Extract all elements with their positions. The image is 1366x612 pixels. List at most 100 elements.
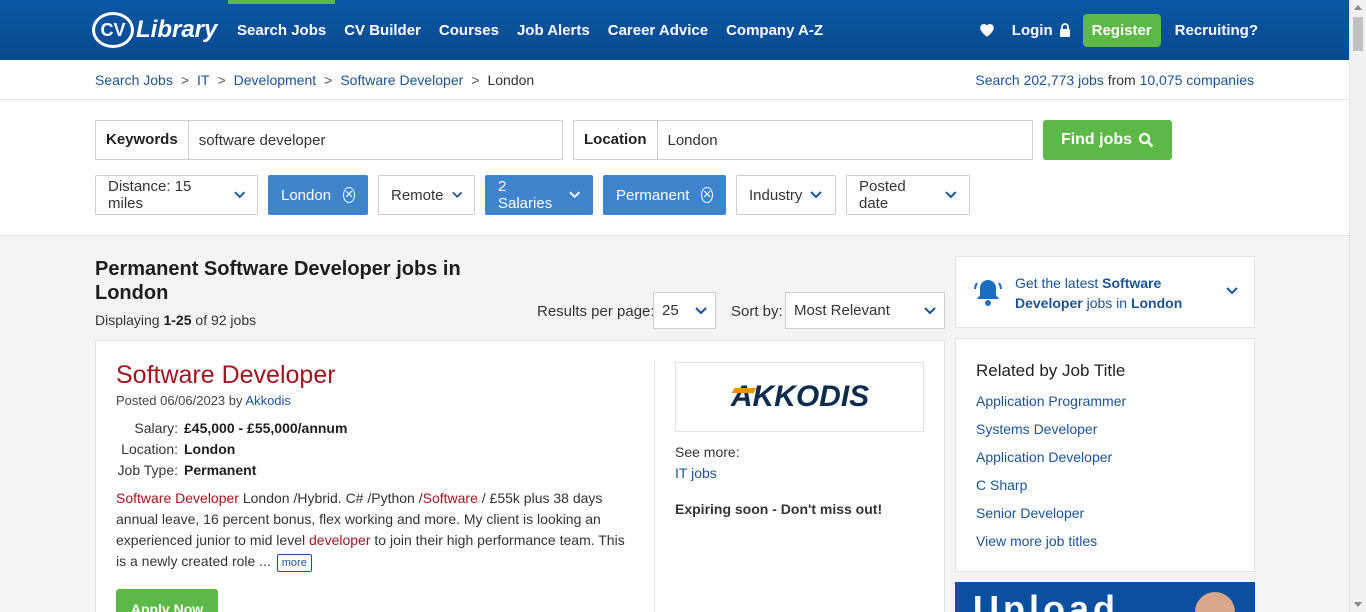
distance-filter[interactable]: Distance: 15 miles [95, 175, 258, 215]
keywords-input[interactable] [188, 121, 562, 159]
job-type-filter-chip[interactable]: Permanent ✕ [603, 175, 726, 215]
posted-date-filter[interactable]: Posted date [846, 175, 970, 215]
list-item: View more job titles [976, 531, 1126, 559]
nav-job-alerts[interactable]: Job Alerts [508, 0, 599, 60]
company-logo[interactable]: AKKODIS [675, 362, 924, 432]
sort-value: Most Relevant [794, 302, 890, 319]
login-link[interactable]: Login [1012, 22, 1071, 39]
job-title-link[interactable]: Software Developer [116, 361, 336, 390]
lock-icon [1059, 23, 1070, 37]
location-label: Location: [121, 440, 178, 457]
keywords-label: Keywords [96, 121, 189, 159]
chevron-down-icon [945, 191, 957, 199]
location-filter-chip[interactable]: London ✕ [268, 175, 368, 215]
stats-companies-count[interactable]: 10,075 companies [1140, 72, 1254, 88]
find-jobs-label: Find jobs [1060, 131, 1133, 148]
alert-strong-location: London [1130, 295, 1183, 311]
more-button[interactable]: more [276, 554, 312, 572]
chevron-down-icon [924, 306, 936, 314]
breadcrumb-search-jobs[interactable]: Search Jobs [95, 72, 173, 88]
akkodis-logo-image: AKKODIS [729, 382, 868, 412]
alert-middle: jobs in [1086, 295, 1128, 311]
banner-person-image [1195, 592, 1235, 612]
location-field: Location [573, 120, 1033, 160]
find-jobs-button[interactable]: Find jobs [1043, 120, 1172, 160]
stats-prefix[interactable]: Search [975, 72, 1019, 88]
job-alert-box[interactable]: Get the latest Software Developer jobs i… [955, 256, 1255, 328]
page-scrollbar[interactable] [1349, 0, 1366, 612]
login-label: Login [1011, 21, 1053, 39]
location-input[interactable] [657, 121, 1032, 159]
related-link[interactable]: Senior Developer [976, 505, 1084, 521]
location-filter-label: London [281, 186, 332, 204]
view-more-job-titles-link[interactable]: View more job titles [976, 533, 1097, 549]
scroll-thumb[interactable] [1353, 17, 1363, 51]
heart-icon[interactable] [978, 21, 996, 39]
job-posted-info: Posted 06/06/2023 by Akkodis [116, 393, 291, 408]
related-link[interactable]: Systems Developer [976, 421, 1097, 437]
breadcrumb-bar: Search Jobs > IT > Development > Softwar… [0, 60, 1366, 100]
salary-value: £45,000 - £55,000/annum [184, 419, 348, 436]
related-link[interactable]: C Sharp [976, 477, 1027, 493]
bell-icon [974, 280, 1002, 306]
chevron-down-icon [1226, 287, 1238, 295]
breadcrumb-separator: > [217, 72, 226, 88]
sort-select[interactable]: Most Relevant [785, 292, 945, 329]
logo-mark: CV [92, 12, 134, 48]
location-row: Location: London [116, 438, 347, 459]
job-type-label: Job Type: [117, 461, 178, 478]
breadcrumb-separator: > [324, 72, 333, 88]
breadcrumb-development[interactable]: Development [234, 72, 317, 88]
related-link[interactable]: Application Developer [976, 449, 1112, 465]
company-link[interactable]: Akkodis [245, 393, 291, 408]
breadcrumb-current: London [487, 72, 535, 88]
chevron-down-icon [233, 191, 245, 199]
chevron-down-icon [695, 306, 707, 314]
job-type-value: Permanent [184, 461, 257, 478]
register-button[interactable]: Register [1082, 13, 1161, 47]
remove-filter-icon[interactable]: ✕ [701, 187, 713, 203]
salary-filter[interactable]: 2 Salaries [485, 175, 593, 215]
breadcrumb-software-developer[interactable]: Software Developer [340, 72, 463, 88]
list-item: Application Programmer [976, 391, 1126, 419]
scroll-down-arrow-icon[interactable] [1354, 602, 1362, 608]
search-icon [1138, 132, 1154, 148]
recruiting-link[interactable]: Recruiting? [1175, 22, 1258, 39]
keywords-field: Keywords [95, 120, 563, 160]
stats-jobs-count[interactable]: 202,773 jobs [1024, 72, 1104, 88]
list-item: C Sharp [976, 475, 1126, 503]
location-value: London [184, 440, 236, 457]
alert-prefix: Get the latest [1015, 275, 1099, 291]
chevron-down-icon [451, 191, 462, 198]
industry-filter[interactable]: Industry [736, 175, 836, 215]
nav-search-jobs[interactable]: Search Jobs [228, 0, 336, 60]
results-title: Permanent Software Developer jobs in Lon… [95, 258, 461, 304]
top-navigation-bar: CV Library Search Jobs CV Builder Course… [0, 0, 1366, 60]
nav-courses[interactable]: Courses [430, 0, 508, 60]
desc-highlight: developer [309, 532, 371, 548]
per-page-select[interactable]: 25 [653, 292, 716, 329]
job-description: Software Developer London /Hybrid. C# /P… [116, 488, 636, 572]
per-page-value: 25 [662, 302, 679, 319]
it-jobs-link[interactable]: IT jobs [675, 465, 717, 481]
alert-text: Get the latest Software Developer jobs i… [1015, 273, 1215, 313]
remove-filter-icon[interactable]: ✕ [343, 187, 355, 203]
chevron-down-icon [810, 191, 823, 199]
job-type-filter-label: Permanent [616, 186, 690, 204]
apply-now-button[interactable]: Apply Now [116, 589, 218, 612]
salary-row: Salary: £45,000 - £55,000/annum [116, 417, 347, 438]
related-link[interactable]: Application Programmer [976, 393, 1126, 409]
scroll-up-arrow-icon[interactable] [1354, 4, 1362, 10]
cv-library-logo[interactable]: CV Library [92, 10, 217, 50]
sort-label: Sort by: [731, 303, 783, 320]
remote-filter[interactable]: Remote [378, 175, 475, 215]
desc-highlight: Software [422, 490, 478, 506]
breadcrumb-it[interactable]: IT [197, 72, 209, 88]
job-card: Software Developer Posted 06/06/2023 by … [95, 340, 945, 612]
nav-company-a-z[interactable]: Company A-Z [717, 0, 832, 60]
nav-career-advice[interactable]: Career Advice [599, 0, 717, 60]
posted-date-filter-label: Posted date [859, 178, 906, 212]
nav-cv-builder[interactable]: CV Builder [335, 0, 430, 60]
upload-cv-banner[interactable]: Upload [955, 582, 1255, 612]
remote-filter-label: Remote [391, 186, 444, 204]
